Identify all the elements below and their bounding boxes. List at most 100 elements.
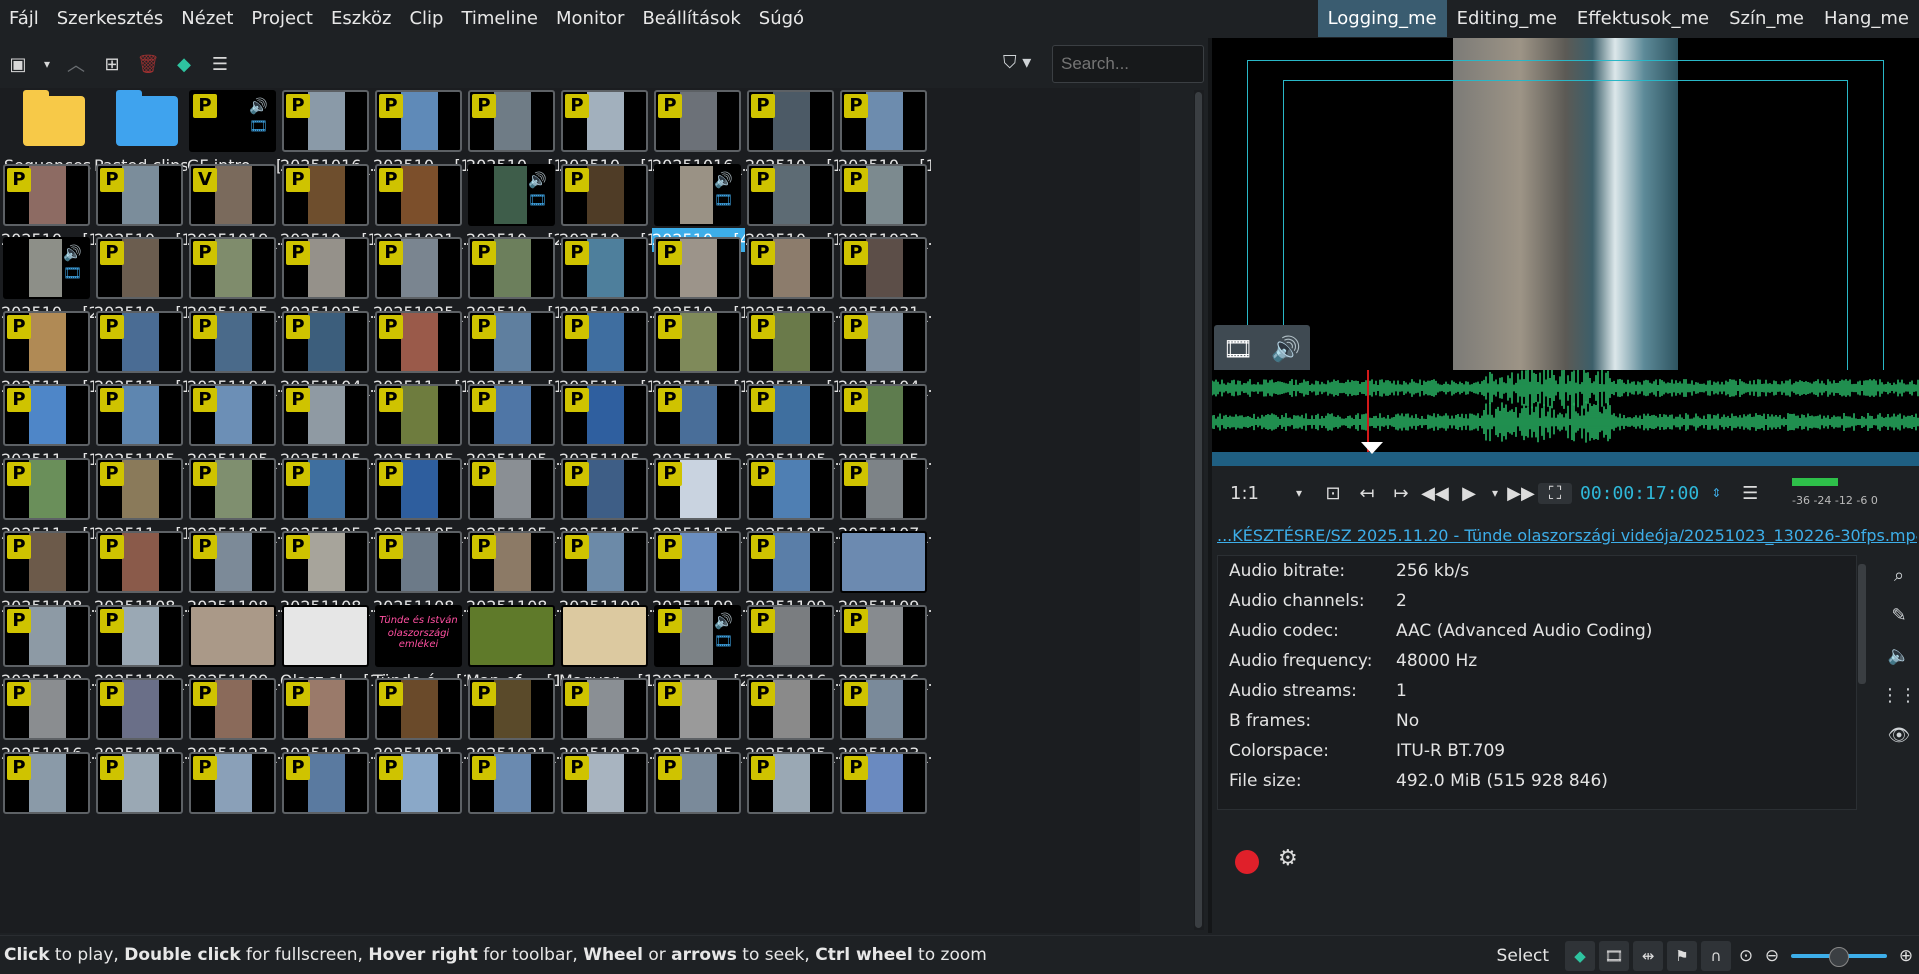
up-folder-icon[interactable]: ︿	[61, 49, 91, 79]
tag-icon[interactable]: ◆	[1565, 940, 1595, 971]
mixer-settings-icon[interactable]: ⚙	[1278, 846, 1298, 871]
menu-item-2[interactable]: Nézet	[172, 8, 242, 29]
audio-video-icon[interactable]: 🔊 🎞	[249, 96, 268, 136]
timecode-display[interactable]: 00:00:17:00	[1580, 483, 1699, 504]
delete-icon[interactable]: 🗑	[133, 49, 163, 79]
thumbnail-image	[29, 239, 62, 297]
clip-thumbnail: P	[96, 531, 183, 593]
monitor-menu-icon[interactable]: ☰	[1733, 483, 1767, 504]
fast-forward-icon[interactable]: ▶▶	[1504, 483, 1538, 504]
chevron-down-icon[interactable]: ▾	[1282, 486, 1316, 500]
split-icon[interactable]: ⇹	[1633, 940, 1663, 971]
menu-item-4[interactable]: Eszköz	[322, 8, 400, 29]
audio-video-icon[interactable]: 🔊 🎞	[714, 611, 733, 651]
chevron-down-icon[interactable]: ▾	[1486, 486, 1504, 500]
workspace-tab-2[interactable]: Effektusok_me	[1567, 0, 1719, 37]
edit-icon[interactable]: ✎	[1891, 596, 1906, 636]
menu-item-8[interactable]: Beállítások	[633, 8, 749, 29]
clip-thumbnail: P	[840, 384, 927, 446]
monitor-ruler[interactable]	[1212, 442, 1919, 466]
bin-search-input[interactable]	[1052, 45, 1204, 83]
bin-clip[interactable]: P	[187, 750, 280, 840]
proxy-badge: P	[751, 94, 775, 118]
menu-item-7[interactable]: Monitor	[547, 8, 633, 29]
chevron-down-icon[interactable]: ▾	[39, 49, 55, 79]
thumbnail-image	[773, 753, 810, 812]
zoom-in-icon[interactable]: ⊕	[1893, 946, 1919, 966]
zoom-fit-icon[interactable]: ⊙	[1733, 946, 1759, 966]
menu-item-9[interactable]: Súgó	[750, 8, 813, 29]
audio-icon[interactable]: 🔈	[1888, 636, 1910, 676]
audio-video-icon[interactable]: 🔊 🎞	[714, 170, 733, 210]
bin-clip[interactable]: P	[373, 750, 466, 840]
clip-thumbnail: P	[840, 237, 927, 299]
clip-label	[94, 816, 187, 840]
proxy-badge: P	[472, 461, 496, 486]
proxy-badge: P	[472, 682, 496, 706]
bin-clip[interactable]: P	[94, 750, 187, 840]
monitor-overlay-toolbar: 🎞 🔊	[1214, 325, 1310, 373]
spin-arrows-icon[interactable]: ⇕	[1699, 486, 1733, 500]
menu-item-5[interactable]: Clip	[400, 8, 452, 29]
hint-fragment: to zoom	[912, 945, 987, 965]
workspace-tab-0[interactable]: Logging_me	[1317, 0, 1447, 37]
workspace-tab-3[interactable]: Szín_me	[1719, 0, 1814, 37]
bin-clip[interactable]: P	[1, 750, 94, 840]
audio-track-icon[interactable]: 🔊	[1271, 335, 1301, 363]
hint-fragment: to play,	[49, 945, 125, 965]
bin-clip[interactable]: P	[466, 750, 559, 840]
play-icon[interactable]: ▶	[1452, 483, 1486, 504]
workspace-tab-1[interactable]: Editing_me	[1447, 0, 1567, 37]
zoom-slider[interactable]	[1791, 946, 1887, 967]
magnet-icon[interactable]: ∩	[1701, 940, 1731, 971]
tag-icon[interactable]: ◆	[169, 49, 199, 79]
menu-item-6[interactable]: Timeline	[452, 8, 547, 29]
fullscreen-icon[interactable]: ⛶	[1538, 482, 1572, 504]
audio-video-icon[interactable]: 🔊 🎞	[63, 243, 82, 283]
property-row: File size: 492.0 MiB (515 928 846)	[1218, 766, 1856, 796]
set-out-point-icon[interactable]: ↦	[1384, 483, 1418, 504]
eye-icon[interactable]: 👁	[1888, 716, 1911, 756]
ruler-position-marker[interactable]	[1361, 442, 1383, 454]
insert-clip-icon[interactable]: ⊡	[1316, 483, 1350, 504]
markers-icon[interactable]: ⋮⋮	[1881, 676, 1917, 716]
proxy-badge: P	[844, 241, 868, 265]
bin-clip[interactable]: P	[652, 750, 745, 840]
property-key: Audio streams:	[1229, 681, 1357, 701]
new-folder-icon[interactable]: ⊞	[97, 49, 127, 79]
thumbnail-image	[308, 680, 345, 738]
flag-icon[interactable]: ⚑	[1667, 940, 1697, 971]
hamburger-menu-icon[interactable]: ☰	[205, 49, 235, 79]
bin-clip[interactable]: P	[745, 750, 838, 840]
bin-clip[interactable]: P	[280, 750, 373, 840]
zoom-out-icon[interactable]: ⊖	[1759, 946, 1785, 966]
workspace-tab-4[interactable]: Hang_me	[1814, 0, 1919, 37]
set-in-point-icon[interactable]: ↤	[1350, 483, 1384, 504]
audio-waveform[interactable]	[1212, 370, 1919, 458]
zoom-select[interactable]: 1:1	[1212, 483, 1282, 504]
menu-item-3[interactable]: Project	[242, 8, 322, 29]
filter-icon[interactable]: ⛉ ▾	[1003, 52, 1031, 73]
clip-label	[1, 816, 94, 840]
clip-label	[280, 816, 373, 840]
clip-label	[187, 816, 280, 840]
clip-thumbnail	[561, 604, 648, 667]
thumbnail-image	[494, 386, 531, 444]
bin-scrollbar[interactable]	[1194, 90, 1204, 930]
tool-mode-label[interactable]: Select	[1483, 946, 1563, 966]
film-icon[interactable]: 🎞	[1599, 940, 1629, 971]
menu-item-0[interactable]: Fájl	[0, 8, 48, 29]
rewind-icon[interactable]: ◀◀	[1418, 483, 1452, 504]
menu-item-1[interactable]: Szerkesztés	[48, 8, 173, 29]
video-track-icon[interactable]: 🎞	[1223, 335, 1253, 363]
bin-clip[interactable]: P	[838, 750, 931, 840]
add-clip-icon[interactable]: ▣	[3, 49, 33, 79]
bin-clip[interactable]: P	[559, 750, 652, 840]
properties-scrollbar[interactable]	[1858, 564, 1866, 684]
thumbnail-image	[680, 680, 717, 738]
thumbnail-image	[401, 386, 438, 444]
record-button[interactable]	[1235, 850, 1259, 874]
search-icon[interactable]: ⌕	[1894, 556, 1904, 596]
audio-video-icon[interactable]: 🔊 🎞	[528, 170, 547, 210]
clip-path-link[interactable]: ...KÉSZTÉSRE/SZ 2025.11.20 - Tünde olasz…	[1217, 526, 1917, 545]
